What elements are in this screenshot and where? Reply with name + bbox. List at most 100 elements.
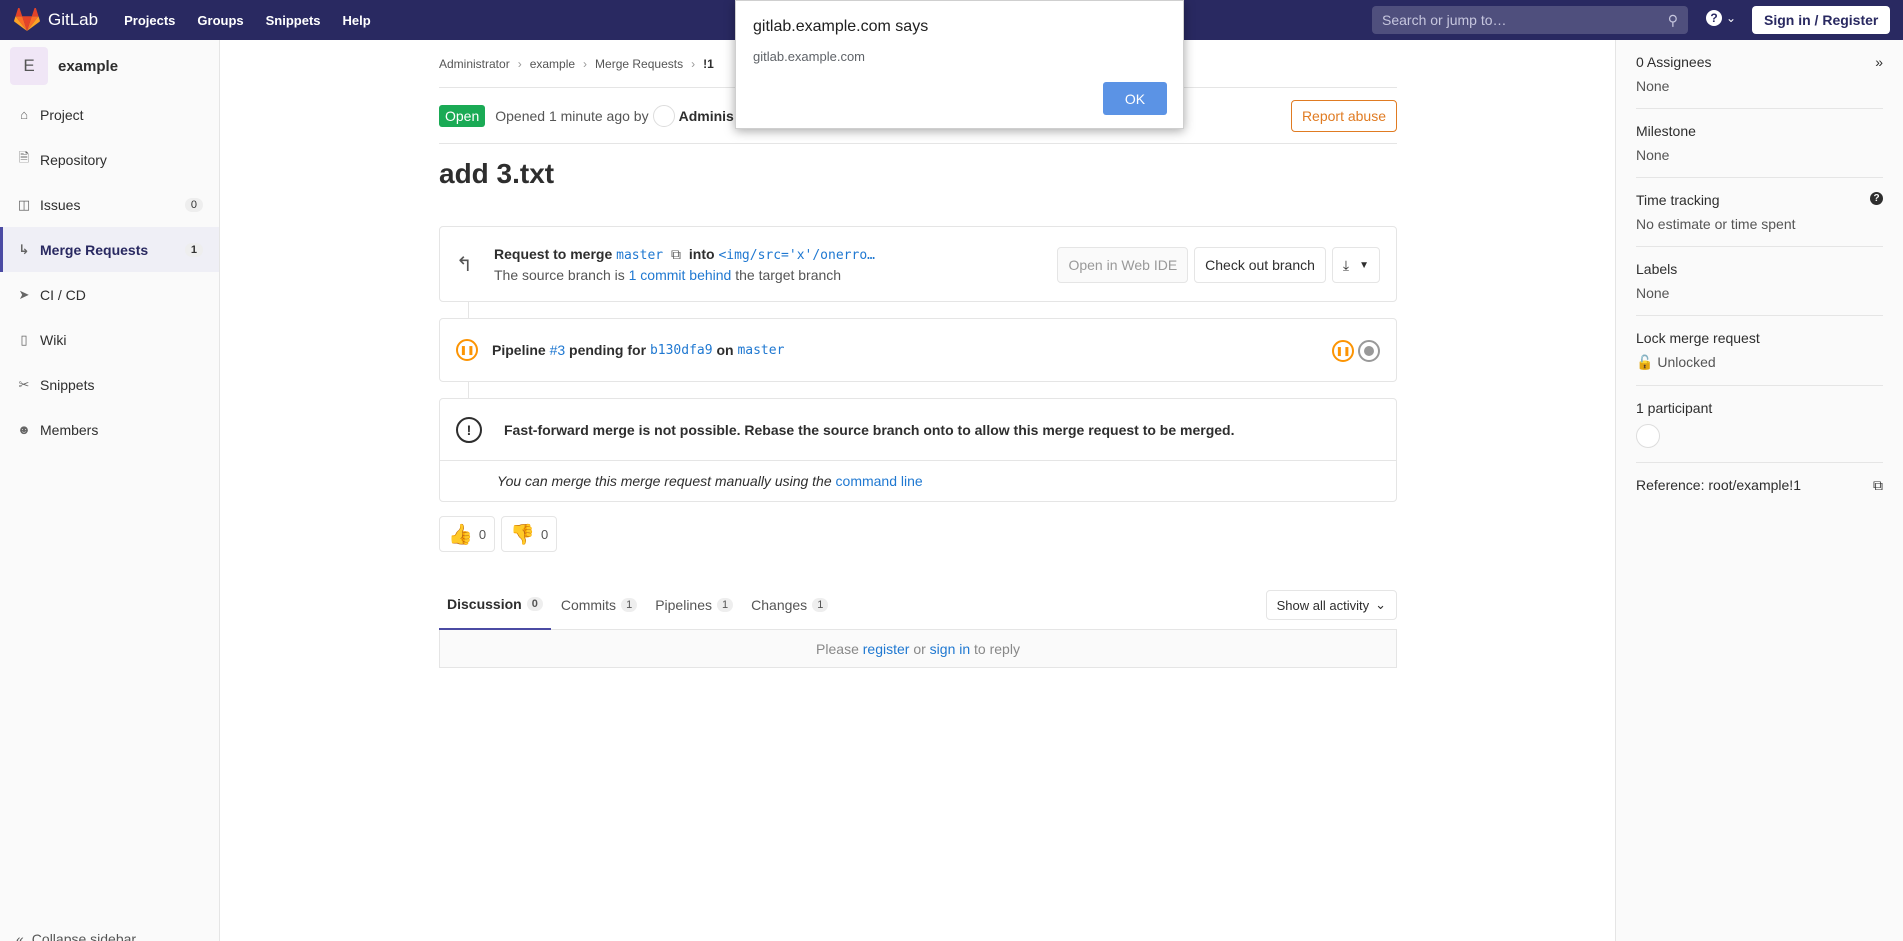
project-header[interactable]: E example [0,40,219,92]
scissors-icon: ✂ [18,376,30,392]
gitlab-logo[interactable]: GitLab [14,8,98,32]
collapse-sidebar-label: Collapse sidebar [31,931,137,941]
assignees-block: 0 Assignees None » [1636,40,1883,109]
report-abuse-button[interactable]: Report abuse [1290,100,1397,132]
sign-in-link[interactable]: sign in [930,641,970,657]
pipeline-pending-icon[interactable]: ❚❚ [456,339,478,361]
labels-block: Labels None [1636,247,1883,316]
git-merge-icon: ↰ [456,253,473,276]
stage-created-icon[interactable] [1358,340,1380,362]
project-name: example [58,57,119,75]
collapse-sidebar-button[interactable]: « Collapse sidebar [16,931,136,941]
unlock-icon: 🔓 [1636,354,1654,370]
help-icon[interactable]: ? [1870,192,1883,205]
reply-please: Please [816,640,859,657]
status-badge: Open [439,104,486,127]
chevron-down-icon: ⌄ [1726,11,1737,25]
tab-count: 0 [526,596,543,611]
thumbs-down-count: 0 [541,526,549,542]
help-dropdown[interactable]: ? ⌄ [1706,10,1736,26]
tab-label: Discussion [447,595,522,612]
pipeline-id-link[interactable]: #3 [550,342,566,358]
ff-merge-message: Fast-forward merge is not possible. Reba… [504,421,1235,438]
search-box[interactable]: ⚲ [1372,6,1688,34]
sidebar-item-members[interactable]: ☻ Members [0,407,219,452]
tab-discussion[interactable]: Discussion 0 [439,580,551,630]
sidebar-item-label: Members [40,421,99,438]
sidebar-item-wiki[interactable]: ▯ Wiki [0,317,219,362]
sidebar-item-label: Snippets [40,376,95,393]
thumbs-up-button[interactable]: 👍 0 [439,516,496,552]
sidebar-item-issues[interactable]: ◫ Issues 0 [0,182,219,227]
breadcrumb-example[interactable]: example [530,57,575,71]
download-icon: ⤓ [1342,256,1350,273]
participant-avatar[interactable] [1636,424,1660,448]
project-sidebar: E example ⌂ Project 🗎 Repository ◫ Issue… [0,40,220,941]
check-out-branch-button[interactable]: Check out branch [1194,247,1326,283]
author-avatar[interactable] [652,104,675,127]
pipeline-label: Pipeline [492,342,546,358]
commits-behind-link[interactable]: 1 commit behind [629,267,732,283]
tab-commits[interactable]: Commits 1 [553,580,645,630]
gitlab-fox-icon [14,8,40,31]
sidebar-item-merge-requests[interactable]: ↳ Merge Requests 1 [0,227,219,272]
issuable-sidebar: 0 Assignees None » Milestone None Time t… [1615,40,1903,941]
award-emoji-bar: 👍 0 👎 0 [439,516,1397,552]
source-branch-link[interactable]: master [616,248,663,263]
doc-icon: 🗎 [18,149,30,165]
sidebar-item-snippets[interactable]: ✂ Snippets [0,362,219,407]
tab-pipelines[interactable]: Pipelines 1 [647,580,741,630]
lock-block: Lock merge request 🔓 Unlocked [1636,316,1883,386]
nav-link-projects[interactable]: Projects [124,13,175,28]
tab-count: 1 [621,597,638,612]
brand-name: GitLab [48,10,99,29]
sidebar-item-label: Repository [40,151,107,168]
sidebar-item-ci-cd[interactable]: ➤ CI / CD [0,272,219,317]
mr-title: add 3.txt [439,158,555,189]
open-in-web-ide-button[interactable]: Open in Web IDE [1057,247,1189,283]
assignees-title: 0 Assignees [1636,54,1712,70]
activity-filter-dropdown[interactable]: Show all activity ⌄ [1265,590,1397,620]
behind-suffix: the target branch [735,266,842,283]
pipeline-branch-link[interactable]: master [737,343,784,358]
time-tracking-title: Time tracking [1636,192,1720,208]
target-branch-link[interactable]: <img/src='x'/onerro… [718,248,875,263]
nav-link-groups[interactable]: Groups [197,13,243,28]
search-input[interactable] [1382,12,1652,28]
on-label: on [716,342,734,358]
command-line-link[interactable]: command line [836,473,923,489]
commit-sha-link[interactable]: b130dfa9 [650,343,713,358]
tab-label: Pipelines [655,596,713,613]
expand-sidebar-icon[interactable]: » [1875,54,1883,70]
main-content: Administrator › example › Merge Requests… [439,40,1397,668]
tab-label: Changes [751,596,808,613]
breadcrumb-merge-requests[interactable]: Merge Requests [595,57,683,71]
thumbs-up-icon: 👍 [448,523,473,546]
breadcrumb-current[interactable]: !1 [703,57,714,71]
nav-link-snippets[interactable]: Snippets [266,13,321,28]
dialog-title: gitlab.example.com says [753,18,929,35]
copy-icon[interactable]: ⧉ [671,246,681,262]
reference-block: Reference: root/example!1 ⧉ [1636,463,1883,507]
reply-or: or [913,640,926,657]
chevron-down-icon: ⌄ [1375,597,1386,612]
register-link[interactable]: register [863,641,910,657]
dialog-ok-button[interactable]: OK [1103,82,1167,115]
chevron-right-icon: › [517,56,522,71]
download-dropdown-button[interactable]: ⤓ ▼ [1331,247,1380,283]
breadcrumb-administrator[interactable]: Administrator [439,57,510,71]
sidebar-item-project[interactable]: ⌂ Project [0,92,219,137]
project-avatar: E [10,47,48,85]
milestone-title: Milestone [1636,123,1696,139]
chevron-right-icon: › [691,56,696,71]
copy-icon[interactable]: ⧉ [1873,477,1883,494]
stage-pending-icon[interactable]: ❚❚ [1332,340,1354,362]
sidebar-item-label: Project [40,106,84,123]
sidebar-item-repository[interactable]: 🗎 Repository [0,137,219,182]
caret-down-icon: ▼ [1359,259,1369,271]
nav-link-help[interactable]: Help [343,13,371,28]
sign-in-register-button[interactable]: Sign in / Register [1752,6,1891,34]
author-link[interactable]: Adminis [679,108,734,124]
thumbs-down-button[interactable]: 👎 0 [501,516,558,552]
tab-changes[interactable]: Changes 1 [743,580,836,630]
